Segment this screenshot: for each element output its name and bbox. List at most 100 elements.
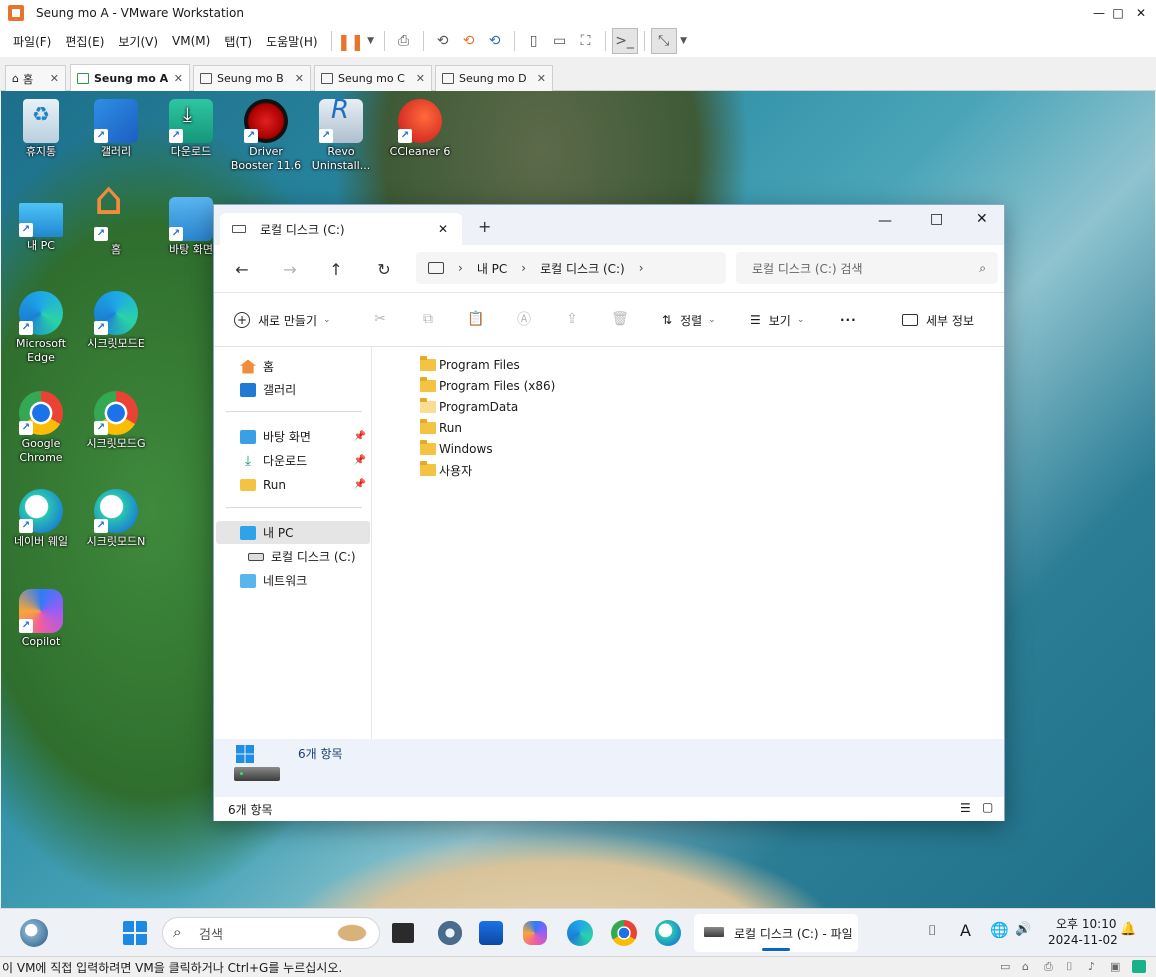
- desktop-icon-revo[interactable]: R ↗ Revo Uninstall...: [305, 97, 377, 173]
- menu-tabs[interactable]: 탭(T): [217, 33, 259, 50]
- pin-icon[interactable]: 📌: [354, 431, 366, 442]
- list-item[interactable]: Program Files (x86): [420, 376, 555, 396]
- pin-icon[interactable]: 📌: [354, 455, 366, 466]
- breadcrumb-local-disk[interactable]: 로컬 디스크 (C:): [540, 260, 625, 277]
- display-status-icon[interactable]: ▣: [1110, 960, 1120, 973]
- network-status-icon[interactable]: ⌂: [1022, 960, 1029, 973]
- printer-status-icon[interactable]: ⎙: [1044, 960, 1053, 974]
- sound-status-icon[interactable]: ♪: [1088, 960, 1095, 973]
- weather-icon[interactable]: [20, 919, 48, 947]
- taskbar-explorer-app[interactable]: 로컬 디스크 (C:) - 파일: [694, 914, 858, 952]
- thumbnail-bar-icon[interactable]: ▭: [547, 28, 573, 54]
- close-icon[interactable]: ✕: [295, 72, 304, 85]
- search-box[interactable]: 로컬 디스크 (C:) 검색 ⌕: [736, 252, 998, 284]
- nav-item-network[interactable]: 네트워크: [216, 569, 370, 592]
- new-tab-icon[interactable]: +: [478, 217, 491, 236]
- pause-icon[interactable]: ❚❚: [337, 28, 364, 54]
- menu-edit[interactable]: 편집(E): [58, 33, 111, 50]
- close-icon[interactable]: ✕: [174, 72, 183, 85]
- desktop-icon-driver-booster[interactable]: ↗ Driver Booster 11.6: [230, 99, 302, 173]
- pin-icon[interactable]: 📌: [354, 479, 366, 490]
- menu-vm[interactable]: VM(M): [165, 34, 217, 48]
- copy-icon[interactable]: ⧉: [418, 309, 438, 329]
- forward-icon[interactable]: →: [276, 255, 304, 283]
- clock-time[interactable]: 오후 10:10: [1056, 915, 1116, 932]
- chevron-down-icon[interactable]: ▼: [364, 28, 378, 54]
- edge-icon[interactable]: [567, 920, 593, 946]
- usb-status-icon[interactable]: ⌷: [1066, 960, 1073, 974]
- close-icon[interactable]: ✕: [438, 222, 448, 236]
- list-item[interactable]: 사용자: [420, 460, 472, 480]
- desktop-icon-downloads[interactable]: ⤓ ↗ 다운로드: [155, 99, 227, 159]
- menu-file[interactable]: 파일(F): [6, 33, 58, 50]
- tab-seung-mo-b[interactable]: Seung mo B ✕: [193, 65, 311, 91]
- minimize-button[interactable]: —: [878, 213, 892, 229]
- sort-button[interactable]: ⇅ 정렬 ⌄: [662, 307, 716, 333]
- desktop-icon-copilot[interactable]: ↗ Copilot: [5, 589, 77, 649]
- up-icon[interactable]: ↑: [322, 255, 350, 283]
- view-button[interactable]: ☰ 보기 ⌄: [750, 307, 804, 333]
- send-keys-icon[interactable]: ⎙: [391, 28, 417, 54]
- stretch-view-icon[interactable]: ⤡: [650, 28, 677, 54]
- list-item[interactable]: Windows: [420, 439, 493, 459]
- tab-home[interactable]: ⌂ 홈 ✕: [5, 65, 66, 91]
- tiles-view-icon[interactable]: ▢: [982, 800, 993, 814]
- new-button[interactable]: + 새로 만들기 ⌄: [234, 307, 331, 333]
- desktop-icon-home[interactable]: ⌂ ↗ 홈: [80, 175, 152, 257]
- list-item[interactable]: Run: [420, 418, 462, 438]
- network-globe-icon[interactable]: 🌐: [990, 921, 1009, 939]
- share-icon[interactable]: ⇪: [562, 309, 582, 329]
- fullscreen-icon[interactable]: ⛶: [573, 28, 599, 54]
- desktop-icon-whale[interactable]: ↗ 네이버 웨일: [5, 489, 77, 549]
- close-button[interactable]: ✕: [976, 211, 988, 227]
- nav-item-local-disk[interactable]: 로컬 디스크 (C:): [216, 545, 370, 568]
- desktop-icon-recycle-bin[interactable]: ♻ 휴지통: [5, 99, 77, 159]
- volume-icon[interactable]: 🔊: [1015, 922, 1031, 937]
- desktop-icon-secret-n[interactable]: ↗ 시크릿모드N: [80, 489, 152, 549]
- desktop-icon-secret-g[interactable]: ↗ 시크릿모드G: [80, 391, 152, 451]
- list-item[interactable]: ProgramData: [420, 397, 518, 417]
- desktop-icon-ccleaner[interactable]: ↗ CCleaner 6: [384, 99, 456, 159]
- tab-seung-mo-d[interactable]: Seung mo D ✕: [435, 65, 553, 91]
- details-button[interactable]: 세부 정보: [902, 307, 974, 333]
- menu-help[interactable]: 도움말(H): [259, 33, 325, 50]
- chrome-icon[interactable]: [611, 920, 637, 946]
- nav-item-this-pc[interactable]: 내 PC: [216, 521, 370, 544]
- task-view-icon[interactable]: [392, 923, 414, 943]
- breadcrumb-this-pc[interactable]: 내 PC: [477, 260, 507, 277]
- close-icon[interactable]: ✕: [416, 72, 425, 85]
- back-icon[interactable]: ←: [228, 255, 256, 283]
- nav-item-run[interactable]: Run 📌: [216, 473, 370, 496]
- delete-icon[interactable]: 🗑: [610, 309, 630, 329]
- tab-seung-mo-a[interactable]: Seung mo A ✕: [70, 64, 190, 91]
- tab-seung-mo-c[interactable]: Seung mo C ✕: [314, 65, 432, 91]
- clock-date[interactable]: 2024-11-02: [1048, 933, 1118, 947]
- cut-icon[interactable]: ✂: [370, 309, 390, 329]
- library-icon[interactable]: ▯: [521, 28, 547, 54]
- taskbar-search[interactable]: ⌕ 검색: [162, 917, 380, 949]
- refresh-icon[interactable]: ↻: [370, 255, 398, 283]
- paste-icon[interactable]: 📋: [466, 309, 486, 329]
- explorer-tab[interactable]: 로컬 디스크 (C:) ✕: [220, 213, 462, 245]
- address-bar[interactable]: › 내 PC › 로컬 디스크 (C:) ›: [416, 252, 726, 284]
- desktop-icon-this-pc[interactable]: ↗ 내 PC: [5, 197, 77, 253]
- desktop-icon-edge[interactable]: ↗ Microsoft Edge: [5, 291, 77, 365]
- desktop-icon-gallery[interactable]: ↗ 갤러리: [80, 99, 152, 159]
- rename-icon[interactable]: Ⓐ: [514, 309, 534, 329]
- snapshot-manager-icon[interactable]: ⟲: [482, 28, 508, 54]
- notification-bell-icon[interactable]: 🔔: [1120, 922, 1136, 937]
- store-icon[interactable]: [479, 921, 503, 945]
- revert-snapshot-icon[interactable]: ⟲: [456, 28, 482, 54]
- more-options-icon[interactable]: ···: [840, 307, 857, 333]
- hdd-status-icon[interactable]: ▭: [1000, 960, 1010, 973]
- nav-item-home[interactable]: 홈: [216, 355, 370, 378]
- whale-icon[interactable]: [655, 920, 681, 946]
- usb-icon[interactable]: ⌷: [928, 923, 936, 939]
- list-item[interactable]: Program Files: [420, 355, 520, 375]
- snapshot-icon[interactable]: ⟲: [430, 28, 456, 54]
- close-button[interactable]: ✕: [1126, 0, 1156, 25]
- close-icon[interactable]: ✕: [537, 72, 546, 85]
- start-button[interactable]: [123, 921, 147, 945]
- maximize-button[interactable]: □: [930, 211, 943, 227]
- settings-icon[interactable]: [436, 919, 464, 947]
